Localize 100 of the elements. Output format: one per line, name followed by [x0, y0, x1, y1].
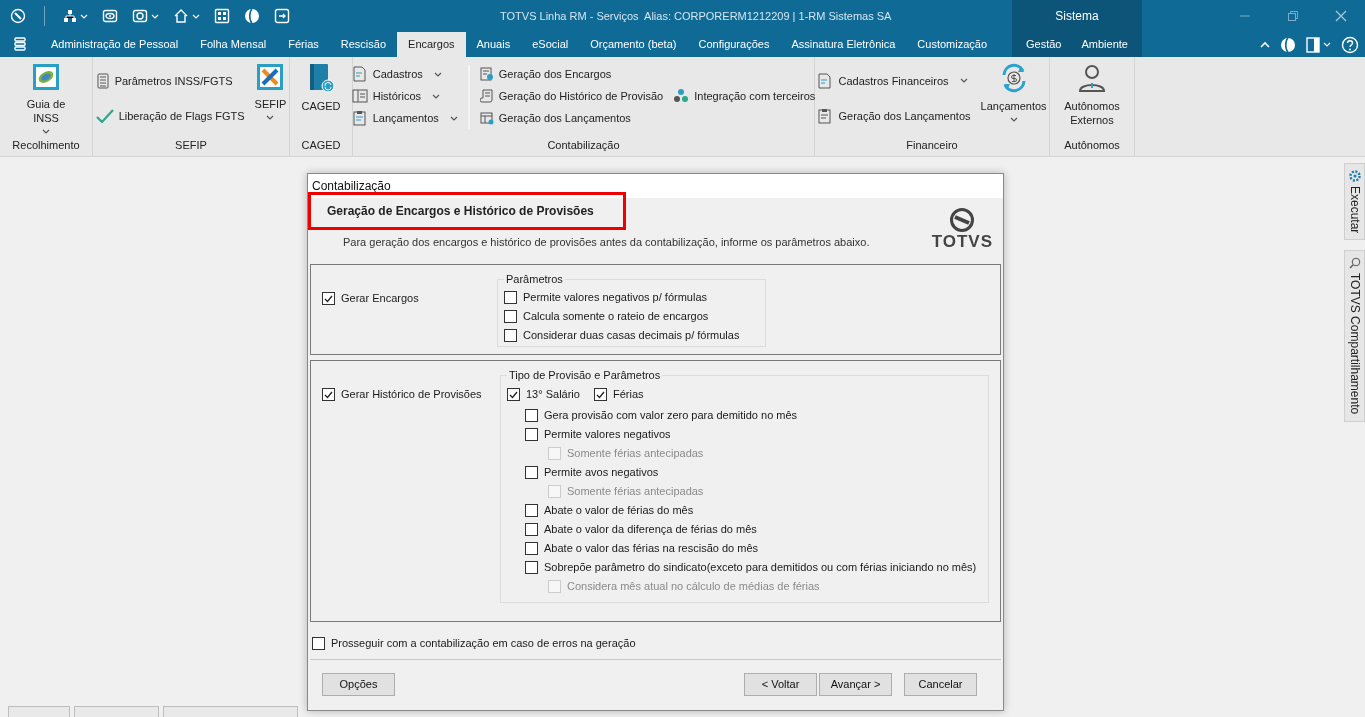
logo-text: TOTVS [931, 232, 993, 252]
ribbon-button[interactable]: Lançamentos [978, 63, 1049, 135]
ribbon-button[interactable]: Integração com terceiros [671, 85, 818, 107]
collapse-icon[interactable] [1260, 40, 1270, 49]
document-edit-icon [817, 72, 834, 89]
help-icon[interactable] [1341, 35, 1359, 54]
checkbox-label: Gerar Histórico de Provisões [341, 387, 482, 403]
checkbox-label: Considerar duas casas decimais p/ fórmulas [523, 327, 740, 343]
checkmark-icon [95, 109, 114, 124]
checkbox[interactable] [525, 465, 538, 479]
checkbox-label: Sobrepõe parâmetro do sindicato(exceto para demitidos ou com férias iniciando no mês) [544, 559, 977, 575]
dialog-button[interactable]: Cancelar [904, 672, 977, 696]
network-icon [673, 88, 690, 104]
side-tab[interactable]: TOTVS Compartilhamento [1344, 250, 1365, 422]
dialog-title: Contabilização [312, 178, 391, 195]
checkbox[interactable] [507, 388, 520, 401]
ribbon-tab[interactable]: Rescisão [329, 32, 398, 57]
group-title: Tipo de Provisão e Parâmetros [508, 368, 662, 383]
document-edit-icon [351, 66, 368, 82]
checkbox-label: Gerar Encargos [341, 291, 419, 307]
checkbox[interactable] [322, 292, 335, 305]
globe-icon[interactable] [244, 8, 260, 24]
ribbon-tab[interactable]: Customização [906, 32, 999, 57]
window-title: TOTVS Linha RM - Serviços Alias: CORPORERM1212209 | 1-RM Sistemas SA [499, 8, 893, 24]
ribbon-button[interactable]: Geração dos Lançamentos [815, 105, 973, 128]
layout-icon[interactable] [1306, 36, 1331, 53]
checkbox-label: Somente férias antecipadas [567, 483, 704, 499]
ribbon-tab[interactable]: Administração de Pessoal [40, 32, 190, 57]
dialog-button[interactable]: Opções [322, 672, 395, 696]
checkbox-label: Abate o valor das férias na rescisão do mês [544, 540, 758, 556]
checkbox[interactable] [525, 408, 538, 422]
ribbon-button[interactable]: Liberação de Flags FGTS [93, 105, 247, 128]
ribbon-tab[interactable]: Folha Mensal [189, 32, 278, 57]
close-icon[interactable] [1335, 10, 1347, 22]
ribbon-tab[interactable]: Gestão [1016, 32, 1072, 57]
ribbon-button[interactable]: Cadastros [349, 63, 460, 85]
book-sync-icon [307, 63, 335, 93]
scroll-icon [479, 89, 494, 103]
checkbox-label: Permite valores negativos p/ fórmulas [523, 289, 708, 305]
checkbox-label: Abate o valor de férias do mês [544, 502, 694, 518]
ribbon-button[interactable]: CAGED [299, 63, 343, 135]
ribbon-button[interactable]: Históricos [349, 85, 460, 107]
ribbon-tab[interactable]: Encargos [397, 32, 466, 57]
checkbox[interactable] [525, 427, 538, 441]
ribbon-button[interactable]: Geração dos Encargos [477, 63, 666, 85]
grid-icon[interactable] [214, 8, 230, 24]
ribbon-tab[interactable]: Férias [277, 32, 330, 57]
ribbon-button[interactable]: Guia de INSS [11, 63, 81, 135]
checkbox[interactable] [322, 388, 335, 401]
checkbox-label: Abate o valor da diferença de férias do mês [544, 521, 757, 537]
clipboard-icon [817, 108, 834, 125]
checkbox[interactable] [312, 636, 325, 650]
ribbon-group-label: Recolhimento [11, 137, 81, 153]
clipboard-icon [351, 110, 368, 126]
dialog-button[interactable]: Avançar > [819, 672, 892, 696]
ribbon-button[interactable]: Geração do Histórico de Provisão [477, 85, 666, 107]
ribbon-button[interactable]: Autônomos Externos [1057, 63, 1127, 135]
checkbox[interactable] [593, 388, 607, 401]
checkbox-label: Considera mês atual no cálculo de médias de férias [567, 578, 820, 594]
checkbox-label: Somente férias antecipadas [567, 445, 704, 461]
ribbon-tab[interactable]: Configurações [687, 32, 781, 57]
ribbon-button[interactable]: Cadastros Financeiros [815, 69, 973, 92]
ribbon-tab[interactable]: Assinatura Eletrônica [780, 32, 907, 57]
chevron-down-icon [192, 13, 200, 19]
checkbox[interactable] [525, 522, 538, 536]
checkbox-label: Gera provisão com valor zero para demitido no mês [544, 407, 798, 423]
ribbon-tab[interactable]: eSocial [521, 32, 580, 57]
checkbox[interactable] [504, 290, 517, 304]
group-title: Parâmetros [505, 272, 564, 287]
checkbox-label: Férias [612, 387, 644, 403]
checkbox-label: Prosseguir com a contabilização em caso de erros na geração [331, 635, 636, 651]
chevron-down-icon [80, 13, 88, 19]
checkbox[interactable] [504, 328, 517, 342]
checkbox-label: 13° Salário [526, 387, 580, 403]
eye-icon[interactable] [102, 8, 118, 24]
ribbon-tab[interactable]: Ambiente [1071, 32, 1138, 57]
document-gear-icon [479, 67, 494, 81]
org-chart-icon[interactable] [63, 9, 88, 23]
payment-card-icon [32, 63, 60, 91]
checkbox[interactable] [525, 560, 538, 574]
home-icon[interactable] [173, 8, 200, 24]
checkbox[interactable] [504, 309, 517, 323]
ribbon-button[interactable]: Parâmetros INSS/FGTS [93, 69, 247, 92]
ribbon-button[interactable]: SEFIP [252, 63, 289, 135]
gear-icon [1348, 170, 1361, 182]
document-columns-icon [351, 88, 368, 104]
ribbon-tab[interactable]: Orçamento (beta) [579, 32, 688, 57]
ribbon-button[interactable]: Lançamentos [349, 107, 460, 129]
globe-icon[interactable] [1280, 36, 1296, 53]
dialog-heading: Geração de Encargos e Histórico de Provisões [308, 192, 626, 230]
exit-icon[interactable] [274, 8, 290, 24]
refresh-window-icon[interactable] [132, 8, 159, 24]
ribbon-tab[interactable]: Anuais [465, 32, 522, 57]
dialog-button[interactable]: < Voltar [744, 672, 817, 696]
checkbox[interactable] [525, 541, 538, 555]
side-tab[interactable]: Executar [1344, 163, 1365, 241]
ribbon-button[interactable]: Geração dos Lançamentos [477, 107, 666, 129]
power-icon[interactable] [10, 8, 26, 24]
menu-icon[interactable] [14, 37, 26, 51]
checkbox[interactable] [525, 503, 538, 517]
